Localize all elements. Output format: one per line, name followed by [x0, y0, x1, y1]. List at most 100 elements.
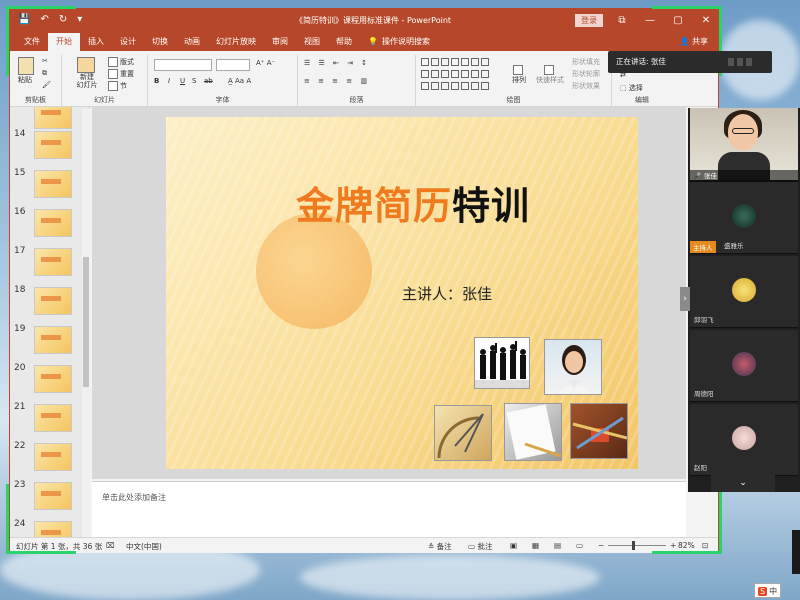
grow-font-icon[interactable]: A⁺ A⁻ [256, 59, 275, 67]
tab-insert[interactable]: 插入 [80, 33, 112, 51]
slide-thumbnail[interactable]: 16 [14, 207, 89, 243]
shape-fill-button[interactable]: 形状填充 [572, 57, 600, 67]
tab-design[interactable]: 设计 [112, 33, 144, 51]
desktop-edge-widget [792, 530, 800, 574]
notes-toggle[interactable]: ≙ 备注 [428, 541, 452, 552]
ribbon-display-options-icon[interactable]: ⧉ [608, 9, 636, 33]
tab-animations[interactable]: 动画 [176, 33, 208, 51]
select-label: 选择 [628, 84, 643, 92]
layout-button[interactable]: 版式 [108, 57, 134, 67]
ime-language: 中 [769, 587, 778, 596]
sogou-icon: S [758, 587, 768, 596]
login-button[interactable]: 登录 [575, 14, 603, 27]
notes-pane[interactable]: 单击此处添加备注 [92, 481, 686, 537]
bold-button[interactable]: B [154, 77, 159, 85]
participant-name: 周德阳 [694, 390, 714, 398]
slide-title-rest: 特训 [452, 184, 531, 228]
normal-view-icon[interactable]: ▣ [510, 541, 517, 550]
participant-name: 盛雅乐 [724, 242, 744, 250]
slide-number: 20 [14, 363, 26, 373]
participant-name: 赵阳 [694, 464, 707, 472]
font-name-combo[interactable] [154, 59, 212, 71]
pencils-and-sharpener-image[interactable] [570, 403, 628, 459]
woman-portrait-image[interactable] [544, 339, 602, 395]
current-slide[interactable]: 金牌简历特训 主讲人：张佳 [166, 117, 638, 469]
slide-thumbnail[interactable]: 22 [14, 441, 89, 477]
slide-editor: 金牌简历特训 主讲人：张佳 [92, 107, 686, 479]
arrange-button[interactable]: 排列 [512, 65, 526, 85]
slide-thumbnail[interactable]: 19 [14, 324, 89, 360]
slide-number: 17 [14, 246, 26, 256]
bullets-icon[interactable]: ☰ ☰ ⇤ ⇥ ↕ [304, 59, 370, 67]
clipboard-group-label: 剪贴板 [25, 96, 46, 104]
zoom-out-icon[interactable]: − [598, 541, 604, 550]
font-color-icon[interactable]: A̲ Aa A [228, 77, 251, 85]
slide-thumbnail[interactable]: 21 [14, 402, 89, 438]
ribbon-tabs: 文件 开始 插入 设计 切换 动画 幻灯片放映 审阅 视图 帮助 💡 操作说明搜… [10, 33, 718, 51]
tab-slideshow[interactable]: 幻灯片放映 [208, 33, 264, 51]
paper-and-pen-image[interactable] [504, 403, 562, 461]
shadow-button[interactable]: S [192, 77, 196, 85]
quick-styles-icon [544, 65, 554, 75]
comments-toggle-label: 批注 [477, 542, 493, 551]
reset-button[interactable]: 重置 [108, 69, 134, 79]
shape-effects-button[interactable]: 形状效果 [572, 81, 600, 91]
slide-thumbnail[interactable]: 15 [14, 168, 89, 204]
participant-tile[interactable]: 邱羽飞 [690, 256, 798, 328]
align-icon[interactable]: ≡ ≡ ≡ ≡ ▥ [304, 77, 370, 85]
notes-placeholder: 单击此处添加备注 [102, 493, 166, 502]
select-button[interactable]: ⬚ 选择 [620, 83, 643, 93]
participant-avatar [732, 278, 756, 302]
slide-sorter-icon[interactable]: ▦ [532, 541, 539, 550]
reset-label: 重置 [120, 70, 134, 78]
team-silhouette-image[interactable] [474, 337, 530, 389]
strikethrough-button[interactable]: ab [204, 77, 213, 85]
spellcheck-icon[interactable]: ⌧ [106, 541, 115, 550]
slide-thumbnail[interactable]: 14 [14, 129, 89, 165]
slide-title[interactable]: 金牌简历特训 [296, 175, 530, 230]
tab-review[interactable]: 审阅 [264, 33, 296, 51]
speaker-text[interactable]: 主讲人：张佳 [402, 283, 492, 304]
slides-group-label: 幻灯片 [94, 96, 115, 104]
speaking-indicator: 正在讲话: 张佳 [608, 51, 772, 73]
shapes-gallery[interactable] [420, 57, 500, 93]
underline-button[interactable]: U [180, 77, 185, 85]
language-indicator[interactable]: 中文(中国) [126, 541, 162, 552]
tab-view[interactable]: 视图 [296, 33, 328, 51]
italic-button[interactable]: I [168, 77, 170, 85]
tab-help[interactable]: 帮助 [328, 33, 360, 51]
ime-indicator[interactable]: S中 [754, 583, 782, 598]
tell-me-search[interactable]: 💡 操作说明搜索 [360, 33, 438, 51]
participant-tile[interactable]: 主持人 盛雅乐 [690, 182, 798, 254]
shape-outline-button[interactable]: 形状轮廓 [572, 69, 600, 79]
next-slide-arrow-icon[interactable]: › [680, 287, 690, 311]
tab-transitions[interactable]: 切换 [144, 33, 176, 51]
comments-toggle[interactable]: ▭ 批注 [468, 541, 492, 552]
slide-thumbnail-pane: 14 15 16 17 18 19 20 21 22 23 24 [10, 107, 90, 547]
drafting-tools-image[interactable] [434, 405, 492, 461]
zoom-slider-thumb[interactable] [632, 541, 635, 550]
scrollbar-thumb[interactable] [83, 257, 89, 387]
drawing-group: 排列 快速样式 形状填充 形状轮廓 形状效果 绘图 [416, 55, 612, 107]
slide-thumbnail[interactable]: 17 [14, 246, 89, 282]
arrange-label: 排列 [512, 76, 526, 84]
participant-avatar [732, 426, 756, 450]
thumbnail-scrollbar[interactable] [82, 109, 90, 539]
participant-avatar [732, 352, 756, 376]
decorative-circle [256, 213, 372, 329]
font-size-combo[interactable] [216, 59, 250, 71]
slide-thumbnail[interactable]: 20 [14, 363, 89, 399]
customize-qat-icon[interactable]: ▾ [77, 14, 82, 25]
slide-number: 15 [14, 168, 26, 178]
layout-label: 版式 [120, 58, 134, 66]
expand-participants-button[interactable]: ⌄ [711, 474, 775, 492]
participant-tile[interactable]: 赵阳 [690, 404, 798, 476]
slide-number: 22 [14, 441, 26, 451]
reading-view-icon[interactable]: ▤ [554, 541, 561, 550]
participant-tile[interactable]: 周德阳 [690, 330, 798, 402]
section-button[interactable]: 节 [108, 81, 127, 91]
slide-thumbnail[interactable]: 18 [14, 285, 89, 321]
quick-styles-button[interactable]: 快速样式 [536, 65, 564, 85]
slideshow-icon[interactable]: ▭ [576, 541, 583, 550]
format-painter-icon[interactable]: 🖌 [42, 81, 51, 89]
